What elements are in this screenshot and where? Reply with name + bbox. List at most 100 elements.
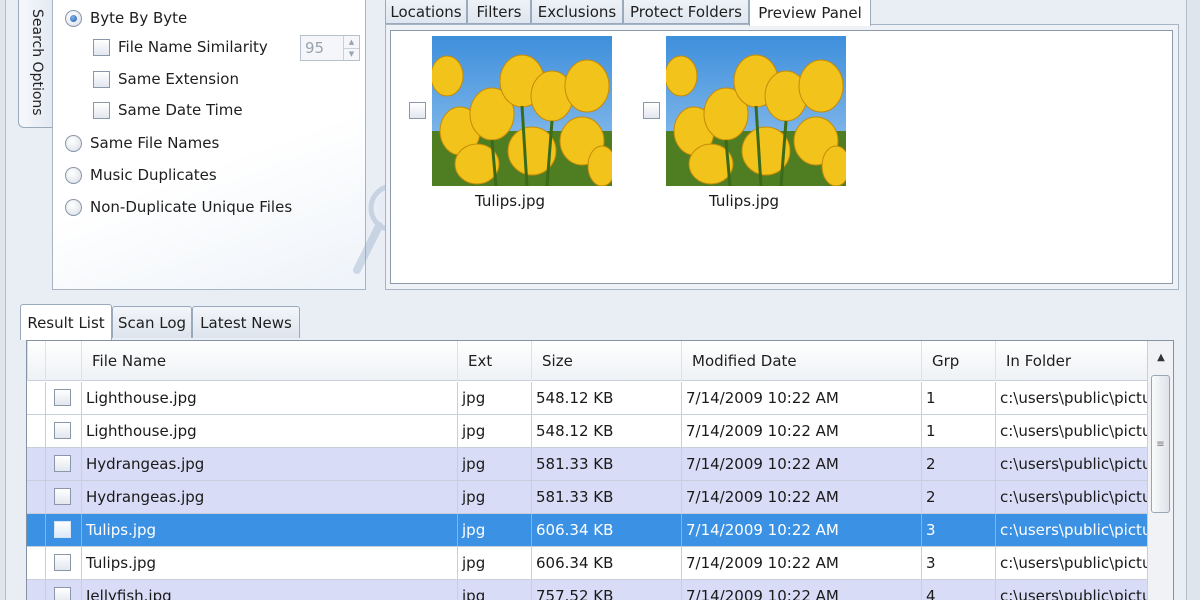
cell-check[interactable] <box>45 547 81 579</box>
cell-in-folder: c:\users\public\pictu <box>995 514 1147 546</box>
header-ext[interactable]: Ext <box>457 341 531 381</box>
row-checkbox[interactable] <box>54 389 71 406</box>
table-row[interactable]: Tulips.jpg jpg 606.34 KB 7/14/2009 10:22 AM… <box>27 547 1147 580</box>
similarity-value[interactable]: 95 <box>301 39 343 57</box>
cell-file-name: Lighthouse.jpg <box>81 415 457 447</box>
row-indicator <box>27 514 45 546</box>
row-checkbox[interactable] <box>54 488 71 505</box>
similarity-spinner[interactable]: 95 ▲ ▼ <box>300 35 360 61</box>
cell-in-folder: c:\users\public\pictu <box>995 547 1147 579</box>
table-row[interactable]: Jellyfish.jpg jpg 757.52 KB 7/14/2009 10:22… <box>27 580 1147 600</box>
header-check[interactable] <box>45 341 81 381</box>
preview-item-caption: Tulips.jpg <box>708 192 780 210</box>
same-extension-option[interactable]: Same Extension <box>93 70 239 88</box>
header-in-folder[interactable]: In Folder <box>995 341 1147 381</box>
byte-by-byte-option[interactable]: Byte By Byte <box>65 9 187 27</box>
row-indicator <box>27 448 45 480</box>
tab-filters[interactable]: Filters <box>467 0 531 24</box>
byte-by-byte-label: Byte By Byte <box>90 9 188 27</box>
header-indicator <box>27 341 45 381</box>
tab-result-list[interactable]: Result List <box>20 304 112 340</box>
table-row[interactable]: Hydrangeas.jpg jpg 581.33 KB 7/14/2009 10:2… <box>27 448 1147 481</box>
tab-preview-panel[interactable]: Preview Panel <box>749 0 871 26</box>
vertical-scrollbar[interactable]: ▲ ≡ <box>1147 341 1173 600</box>
music-duplicates-option[interactable]: Music Duplicates <box>65 166 217 184</box>
same-date-time-checkbox[interactable] <box>93 101 110 119</box>
same-file-names-label: Same File Names <box>90 134 220 152</box>
tulips-thumbnail[interactable] <box>666 36 846 186</box>
cell-ext: jpg <box>457 382 531 414</box>
preview-item-caption: Tulips.jpg <box>474 192 546 210</box>
cell-check[interactable] <box>45 481 81 513</box>
music-duplicates-label: Music Duplicates <box>90 166 217 184</box>
tab-latest-news[interactable]: Latest News <box>192 306 300 338</box>
tab-protect-folders[interactable]: Protect Folders <box>623 0 749 24</box>
file-name-similarity-option[interactable]: File Name Similarity <box>93 38 268 56</box>
cell-ext: jpg <box>457 580 531 600</box>
result-list-grid: File Name Ext Size Modified Date Grp In … <box>26 340 1174 600</box>
tab-scan-log[interactable]: Scan Log <box>112 306 192 338</box>
preview-item-checkbox[interactable] <box>409 102 426 119</box>
cell-grp: 3 <box>921 514 995 546</box>
spin-down-icon[interactable]: ▼ <box>344 47 359 61</box>
scroll-grip-icon[interactable]: ≡ <box>1151 375 1170 513</box>
cell-in-folder: c:\users\public\pictu <box>995 415 1147 447</box>
row-checkbox[interactable] <box>54 521 71 538</box>
cell-check[interactable] <box>45 415 81 447</box>
row-checkbox[interactable] <box>54 455 71 472</box>
header-size[interactable]: Size <box>531 341 681 381</box>
cell-grp: 4 <box>921 580 995 600</box>
cell-check[interactable] <box>45 448 81 480</box>
cell-size: 548.12 KB <box>531 382 681 414</box>
non-duplicate-unique-option[interactable]: Non-Duplicate Unique Files <box>65 198 292 216</box>
spin-up-icon[interactable]: ▲ <box>344 36 359 48</box>
header-grp[interactable]: Grp <box>921 341 995 381</box>
same-file-names-option[interactable]: Same File Names <box>65 134 219 152</box>
cell-file-name: Hydrangeas.jpg <box>81 481 457 513</box>
table-row[interactable]: Lighthouse.jpg jpg 548.12 KB 7/14/2009 10:2… <box>27 415 1147 448</box>
cell-modified-date: 7/14/2009 10:22 AM <box>681 415 921 447</box>
row-indicator <box>27 547 45 579</box>
preview-item-checkbox[interactable] <box>643 102 660 119</box>
cell-size: 606.34 KB <box>531 547 681 579</box>
cell-file-name: Hydrangeas.jpg <box>81 448 457 480</box>
cell-in-folder: c:\users\public\pictu <box>995 382 1147 414</box>
window-left-border <box>0 0 6 600</box>
same-file-names-radio[interactable] <box>65 134 82 152</box>
row-indicator <box>27 481 45 513</box>
cell-size: 606.34 KB <box>531 514 681 546</box>
cell-check[interactable] <box>45 382 81 414</box>
table-row[interactable]: Tulips.jpg jpg 606.34 KB 7/14/2009 10:22 AM… <box>27 514 1147 547</box>
header-file-name[interactable]: File Name <box>81 341 457 381</box>
file-name-similarity-checkbox[interactable] <box>93 38 110 56</box>
cell-grp: 3 <box>921 547 995 579</box>
tulips-thumbnail[interactable] <box>432 36 612 186</box>
cell-ext: jpg <box>457 415 531 447</box>
table-row[interactable]: Hydrangeas.jpg jpg 581.33 KB 7/14/2009 10:2… <box>27 481 1147 514</box>
row-checkbox[interactable] <box>54 422 71 439</box>
cell-size: 548.12 KB <box>531 415 681 447</box>
cell-check[interactable] <box>45 580 81 600</box>
row-checkbox[interactable] <box>54 554 71 571</box>
cell-modified-date: 7/14/2009 10:22 AM <box>681 448 921 480</box>
non-duplicate-unique-label: Non-Duplicate Unique Files <box>90 198 293 216</box>
grid-header: File Name Ext Size Modified Date Grp In … <box>27 341 1147 381</box>
header-modified-date[interactable]: Modified Date <box>681 341 921 381</box>
music-duplicates-radio[interactable] <box>65 166 82 184</box>
cell-grp: 1 <box>921 415 995 447</box>
table-row[interactable]: Lighthouse.jpg jpg 548.12 KB 7/14/2009 10:2… <box>27 382 1147 415</box>
scroll-up-arrow-icon[interactable]: ▲ <box>1148 341 1173 373</box>
cell-modified-date: 7/14/2009 10:22 AM <box>681 547 921 579</box>
same-date-time-option[interactable]: Same Date Time <box>93 101 243 119</box>
cell-ext: jpg <box>457 514 531 546</box>
cell-modified-date: 7/14/2009 10:22 AM <box>681 514 921 546</box>
tab-exclusions[interactable]: Exclusions <box>531 0 623 24</box>
byte-by-byte-radio[interactable] <box>65 9 82 27</box>
tab-locations[interactable]: Locations <box>385 0 467 24</box>
non-duplicate-unique-radio[interactable] <box>65 198 82 216</box>
cell-ext: jpg <box>457 547 531 579</box>
cell-check[interactable] <box>45 514 81 546</box>
same-extension-checkbox[interactable] <box>93 70 110 88</box>
row-indicator <box>27 382 45 414</box>
row-checkbox[interactable] <box>54 587 71 600</box>
